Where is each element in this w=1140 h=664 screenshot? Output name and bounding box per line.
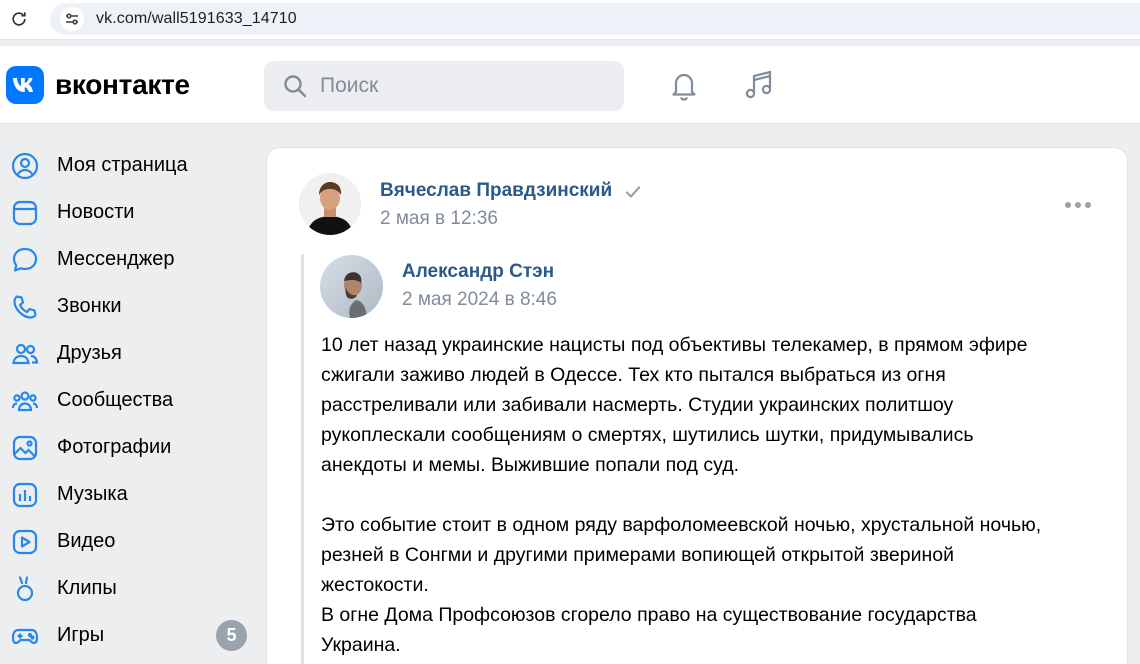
video-icon xyxy=(10,527,40,557)
sidebar-item[interactable]: Мессенджер xyxy=(0,236,260,283)
clips-icon xyxy=(10,574,40,604)
sidebar-item[interactable]: Видео xyxy=(0,518,260,565)
sidebar-item[interactable]: Друзья xyxy=(0,330,260,377)
sidebar-item-label: Новости xyxy=(57,201,135,223)
browser-toolbar: vk.com/wall5191633_14710 xyxy=(0,0,1140,40)
reload-icon[interactable] xyxy=(9,9,29,29)
music-icon xyxy=(10,480,40,510)
communities-icon xyxy=(10,386,40,416)
sidebar-item[interactable]: Клипы xyxy=(0,565,260,612)
site-info-icon[interactable] xyxy=(60,7,84,31)
search-box[interactable] xyxy=(264,61,624,111)
sidebar-item[interactable]: Звонки xyxy=(0,283,260,330)
vk-logo-icon xyxy=(6,66,44,104)
notification-badge: 5 xyxy=(216,620,247,651)
author-avatar[interactable] xyxy=(299,173,361,235)
gamepad-icon xyxy=(10,621,40,651)
more-options-icon[interactable] xyxy=(1063,196,1093,214)
verified-icon xyxy=(625,186,641,198)
music-note-icon[interactable] xyxy=(742,68,776,102)
address-bar[interactable]: vk.com/wall5191633_14710 xyxy=(50,3,1140,35)
repost-date[interactable]: 2 мая 2024 в 8:46 xyxy=(402,289,557,311)
sidebar-item-label: Звонки xyxy=(57,295,122,317)
phone-icon xyxy=(10,292,40,322)
photo-icon xyxy=(10,433,40,463)
sidebar-item-label: Моя страница xyxy=(57,154,188,176)
sidebar-item-label: Друзья xyxy=(57,342,122,364)
news-icon xyxy=(10,198,40,228)
sidebar-item-label: Видео xyxy=(57,530,116,552)
post-author-name[interactable]: Вячеслав Правдзинский xyxy=(380,180,612,202)
search-input[interactable] xyxy=(320,61,610,111)
sidebar-item-label: Клипы xyxy=(57,577,117,599)
sidebar-item-label: Музыка xyxy=(57,483,128,505)
sidebar-item-label: Фотографии xyxy=(57,436,172,458)
bell-icon[interactable] xyxy=(667,68,701,102)
logo-text: вконтакте xyxy=(55,69,190,100)
chat-bubble-icon xyxy=(10,245,40,275)
sidebar-item-label: Мессенджер xyxy=(57,248,175,270)
sidebar-item[interactable]: Игры 5 xyxy=(0,612,260,659)
url-text[interactable]: vk.com/wall5191633_14710 xyxy=(96,10,297,28)
vk-logo[interactable]: вконтакте xyxy=(6,66,190,104)
repost-author-avatar[interactable] xyxy=(320,255,383,318)
sidebar-item-label: Игры xyxy=(57,624,105,646)
sidebar-item[interactable]: Сообщества xyxy=(0,377,260,424)
left-nav: Моя страница Новости Мессенджер Звонки Друзь… xyxy=(0,142,260,659)
site-header: вконтакте xyxy=(0,46,1140,124)
sidebar-item[interactable]: Музыка xyxy=(0,471,260,518)
user-circle-icon xyxy=(10,151,40,181)
sidebar-item-label: Сообщества xyxy=(57,389,174,411)
search-icon xyxy=(284,75,307,98)
repost-quote-bar xyxy=(301,254,304,664)
sidebar-item[interactable]: Моя страница xyxy=(0,142,260,189)
repost-text: 10 лет назад украинские нацисты под объе… xyxy=(321,334,1042,656)
post-date[interactable]: 2 мая в 12:36 xyxy=(380,208,498,230)
friends-icon xyxy=(10,339,40,369)
sidebar-item[interactable]: Новости xyxy=(0,189,260,236)
sidebar-item[interactable]: Фотографии xyxy=(0,424,260,471)
repost-author-name[interactable]: Александр Стэн xyxy=(402,261,554,283)
post-card: Вячеслав Правдзинский 2 мая в 12:36 Алек… xyxy=(266,147,1128,664)
